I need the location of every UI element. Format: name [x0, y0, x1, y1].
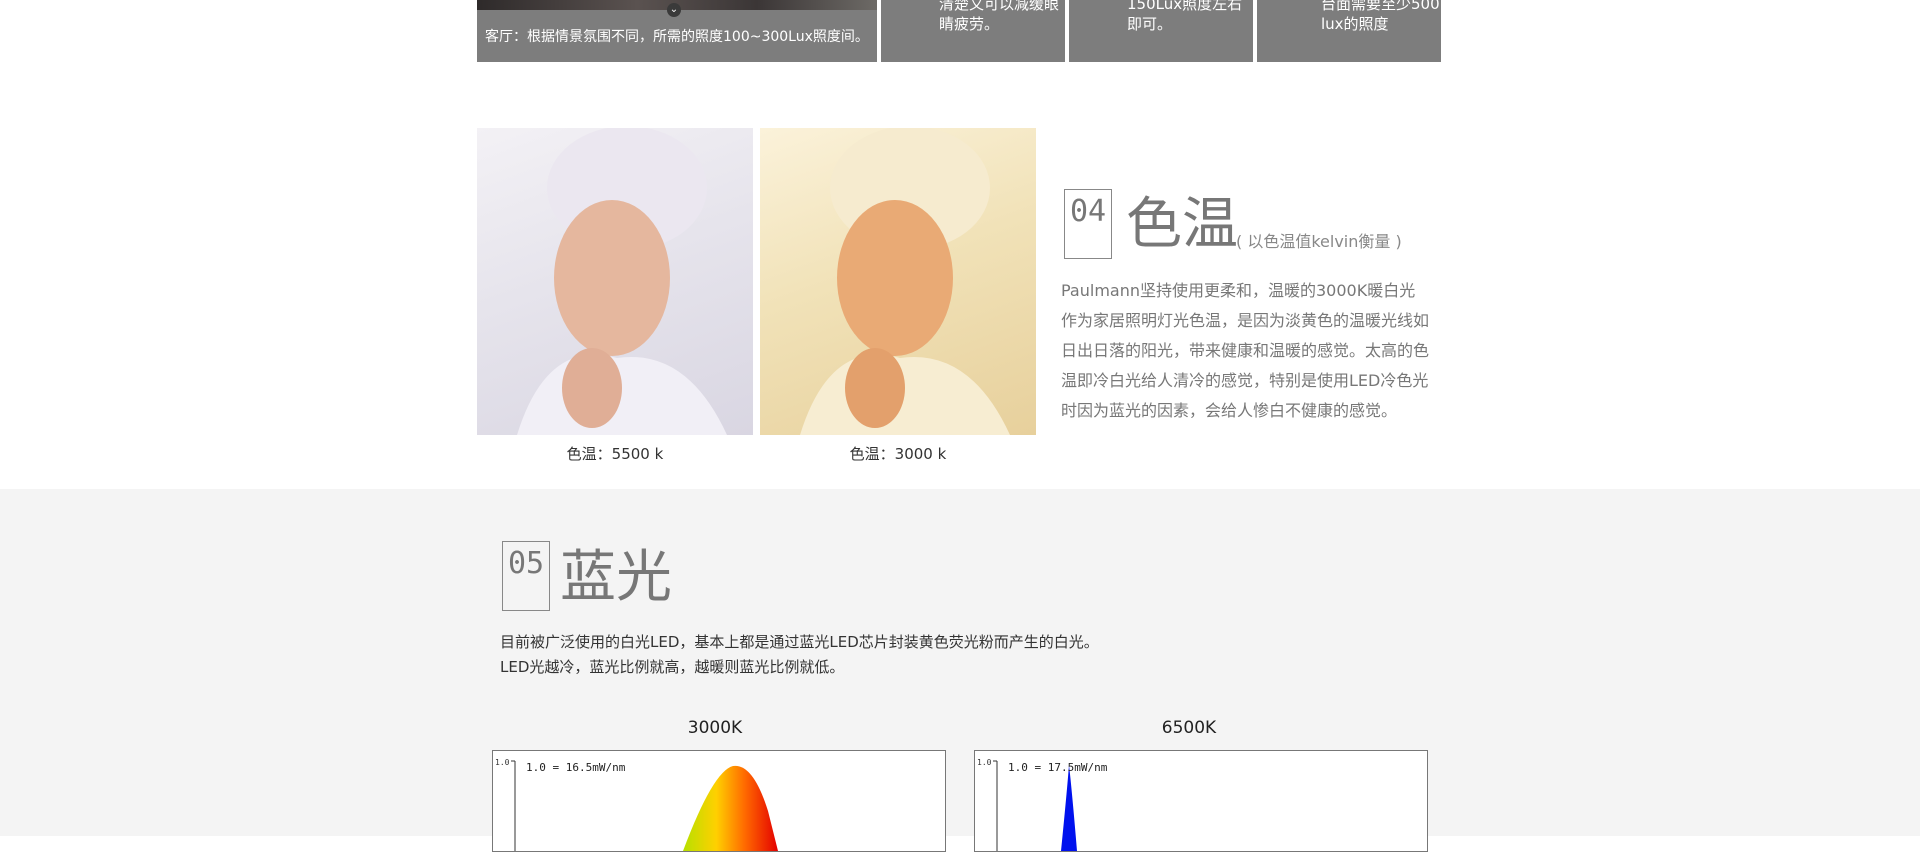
living-room-tile: ⌄ 客厅：根据情景氛围不同，所需的照度100~300Lux照度间。	[477, 0, 877, 62]
chart-6500k-tick: 1.0	[977, 758, 992, 767]
color-temp-paragraph: Paulmann坚持使用更柔和，温暖的3000K暖白光作为家居照明灯光色温，是因…	[1061, 281, 1430, 420]
color-temp-title: 色温	[1126, 192, 1238, 257]
spectrum-chart-6500k: 1.0 1.0 = 17.5mW/nm	[974, 750, 1428, 852]
chart-6500k-label: 6500K	[1161, 718, 1217, 738]
chart-3000k-scale: 1.0 = 16.5mW/nm	[526, 761, 626, 774]
spectrum-warm-curve	[683, 765, 778, 851]
woman-portrait-cool	[517, 128, 727, 435]
color-temp-subtitle: ( 以色温值kelvin衡量 )	[1236, 232, 1402, 251]
chart-6500k-scale: 1.0 = 17.5mW/nm	[1008, 761, 1108, 774]
info-tile-2-text: 150Lux照度左右即可。	[1127, 0, 1243, 33]
blue-light-desc-1: 目前被广泛使用的白光LED，基本上都是通过蓝光LED芯片封装黄色荧光粉而产生的白…	[500, 633, 1099, 651]
blue-light-title: 蓝光	[560, 545, 672, 610]
chevron-down-icon[interactable]: ⌄	[667, 3, 681, 17]
photo-3000k-caption: 色温：3000 k	[849, 445, 947, 463]
info-tile-2: 150Lux照度左右即可。	[1069, 0, 1253, 62]
info-tile-3-text: 台面需要至少500 lux的照度	[1321, 0, 1440, 33]
photo-3000k	[760, 128, 1036, 435]
photo-5500k	[477, 128, 753, 435]
woman-portrait-warm	[800, 128, 1010, 435]
info-tile-1: 清楚又可以减缓眼睛疲劳。	[881, 0, 1065, 62]
living-room-caption: 客厅：根据情景氛围不同，所需的照度100~300Lux照度间。	[485, 29, 869, 45]
blue-light-desc-2: LED光越冷，蓝光比例就高，越暖则蓝光比例就低。	[500, 658, 845, 676]
info-tile-3: 台面需要至少500 lux的照度	[1257, 0, 1441, 62]
section-number-04: 04	[1064, 189, 1112, 259]
section-number-05: 05	[502, 541, 550, 611]
blue-light-section	[0, 489, 1920, 836]
info-tile-1-text: 清楚又可以减缓眼睛疲劳。	[939, 0, 1060, 33]
spectrum-chart-3000k: 1.0 1.0 = 16.5mW/nm	[492, 750, 946, 852]
chart-3000k-tick: 1.0	[495, 758, 510, 767]
chart-3000k-label: 3000K	[687, 718, 743, 738]
photo-5500k-caption: 色温：5500 k	[566, 445, 664, 463]
spectrum-blue-peak	[1061, 765, 1077, 851]
